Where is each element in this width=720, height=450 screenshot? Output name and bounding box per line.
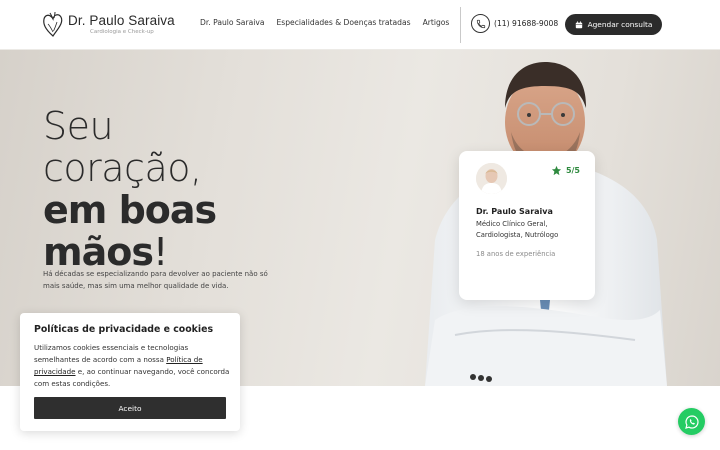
accept-cookies-button[interactable]: Aceito	[34, 397, 226, 419]
header-divider	[460, 7, 461, 43]
whatsapp-icon	[684, 414, 699, 429]
logo[interactable]: Dr. Paulo Saraiva Cardiologia e Check-up	[42, 10, 175, 38]
phone-icon	[471, 14, 490, 33]
hero-title: Seu coração, em boas mãos!	[43, 104, 217, 273]
nav-item-especialidades[interactable]: Especialidades & Doenças tratadas	[276, 18, 410, 27]
rating-value: 5/5	[565, 166, 580, 175]
hero-description: Há décadas se especializando para devolv…	[43, 270, 268, 290]
logo-subtitle: Cardiologia e Check-up	[90, 28, 154, 35]
doctor-avatar	[476, 163, 507, 194]
hero-title-line4: mãos!	[43, 231, 216, 273]
phone-link[interactable]: (11) 91688-9008	[471, 14, 558, 33]
main-nav: Dr. Paulo Saraiva Especialidades & Doenç…	[200, 18, 449, 27]
heart-logo-icon	[43, 11, 63, 37]
cookie-text: Utilizamos cookies essenciais e tecnolog…	[34, 342, 234, 390]
cookie-banner: Políticas de privacidade e cookies Utili…	[20, 313, 240, 431]
hero-title-word: mãos	[43, 230, 154, 274]
doctor-card: 5/5 Dr. Paulo Saraiva Médico Clínico Ger…	[459, 151, 595, 300]
whatsapp-button[interactable]	[678, 408, 705, 435]
schedule-button[interactable]: Agendar consulta	[565, 14, 662, 35]
schedule-button-label: Agendar consulta	[587, 20, 653, 29]
hero-title-line2: coração,	[43, 146, 202, 190]
nav-item-dr-paulo[interactable]: Dr. Paulo Saraiva	[200, 18, 264, 27]
doctor-specialties: Médico Clínico Geral, Cardiologista, Nut…	[476, 220, 559, 239]
hero-title-line3: em boas	[43, 188, 217, 232]
cookie-title: Políticas de privacidade e cookies	[34, 324, 214, 335]
hero-title-line1: Seu	[43, 104, 114, 148]
star-icon	[551, 165, 562, 176]
rating: 5/5	[551, 165, 580, 176]
hero-title-bang: !	[152, 230, 168, 274]
logo-name: Dr. Paulo Saraiva	[68, 12, 175, 28]
doctor-name: Dr. Paulo Saraiva	[476, 207, 553, 216]
phone-number: (11) 91688-9008	[494, 19, 559, 28]
site-header: Dr. Paulo Saraiva Cardiologia e Check-up…	[0, 0, 720, 50]
calendar-icon	[575, 20, 582, 28]
doctor-experience: 18 anos de experiência	[476, 250, 556, 258]
nav-item-artigos[interactable]: Artigos	[423, 18, 450, 27]
